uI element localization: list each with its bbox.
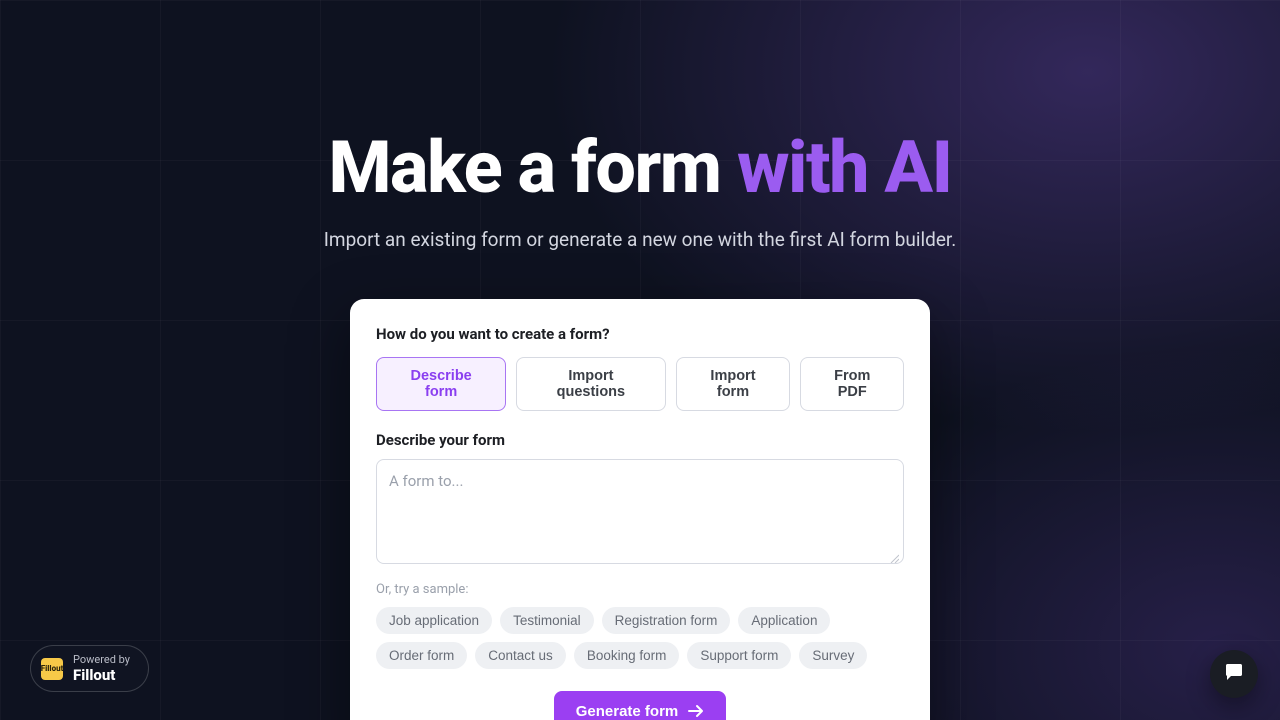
generate-form-button[interactable]: Generate form — [554, 691, 727, 720]
create-method-label: How do you want to create a form? — [376, 325, 904, 343]
page-title: Make a form with AI — [0, 130, 1280, 206]
textarea-wrap — [376, 459, 904, 568]
sample-registration-form[interactable]: Registration form — [602, 607, 731, 634]
arrow-right-icon — [688, 704, 704, 718]
describe-label: Describe your form — [376, 431, 904, 449]
title-accent: with AI — [737, 125, 952, 210]
chat-icon — [1222, 660, 1246, 688]
generate-row: Generate form — [376, 691, 904, 720]
sample-support-form[interactable]: Support form — [687, 642, 791, 669]
powered-by-badge[interactable]: Fillout Powered by Fillout — [30, 645, 149, 692]
sample-order-form[interactable]: Order form — [376, 642, 467, 669]
sample-chips: Job application Testimonial Registration… — [376, 607, 904, 669]
hero-section: Make a form with AI Import an existing f… — [0, 0, 1280, 720]
sample-booking-form[interactable]: Booking form — [574, 642, 680, 669]
powered-brand: Fillout — [73, 667, 130, 684]
tab-describe-form[interactable]: Describe form — [376, 357, 506, 411]
tab-import-questions[interactable]: Import questions — [516, 357, 665, 411]
describe-form-input[interactable] — [376, 459, 904, 564]
tab-from-pdf[interactable]: From PDF — [800, 357, 904, 411]
sample-contact-us[interactable]: Contact us — [475, 642, 566, 669]
powered-text: Powered by Fillout — [73, 654, 130, 683]
sample-testimonial[interactable]: Testimonial — [500, 607, 594, 634]
chat-launcher-button[interactable] — [1210, 650, 1258, 698]
fillout-logo-icon: Fillout — [41, 658, 63, 680]
page-subtitle: Import an existing form or generate a ne… — [0, 228, 1280, 251]
generate-label: Generate form — [576, 703, 679, 720]
create-method-tabs: Describe form Import questions Import fo… — [376, 357, 904, 411]
sample-application[interactable]: Application — [738, 607, 830, 634]
sample-label: Or, try a sample: — [376, 582, 904, 597]
tab-import-form[interactable]: Import form — [676, 357, 791, 411]
title-main: Make a form — [328, 125, 736, 210]
sample-job-application[interactable]: Job application — [376, 607, 492, 634]
powered-small: Powered by — [73, 654, 130, 666]
sample-survey[interactable]: Survey — [799, 642, 867, 669]
form-card: How do you want to create a form? Descri… — [350, 299, 930, 720]
